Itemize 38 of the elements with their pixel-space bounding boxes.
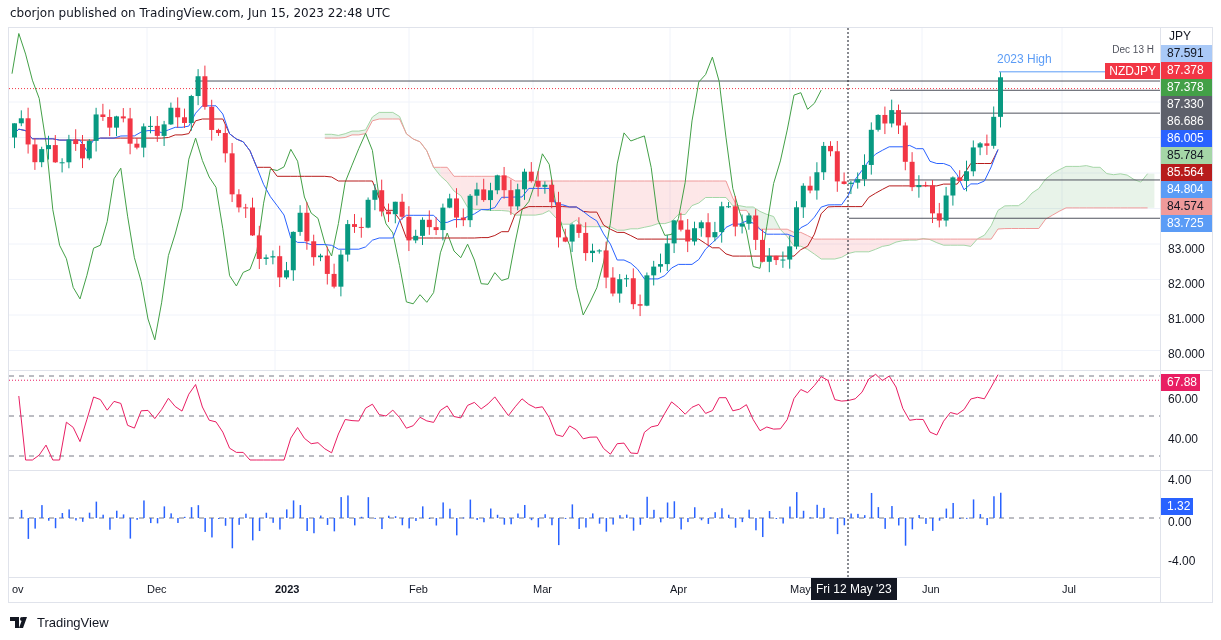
- price-label: 87.591: [1161, 45, 1212, 62]
- logo-text: TradingView: [37, 615, 109, 630]
- rsi-value-label: 67.88: [1161, 374, 1201, 391]
- time-axis-label: 2023: [275, 583, 300, 595]
- axis-tick-label: 81.000: [1167, 311, 1205, 328]
- axis-tick-label: 83.000: [1167, 241, 1205, 258]
- axis-tick-label: -4.00: [1167, 553, 1196, 569]
- time-axis-label: Jun: [922, 583, 940, 595]
- price-label: 87.378: [1161, 79, 1212, 96]
- symbol-tag: NZDJPY: [1105, 63, 1160, 79]
- price-label: 86.005: [1161, 130, 1212, 147]
- axis-tick-label: 80.000: [1167, 346, 1205, 363]
- axis-tick-label: 40.00: [1167, 431, 1199, 447]
- price-label: 83.725: [1161, 215, 1212, 232]
- chart-annotation: 2023 High: [997, 52, 1052, 66]
- price-label: 85.564: [1161, 164, 1212, 181]
- axis-tick-label: 4.00: [1167, 472, 1192, 489]
- price-label: 84.804: [1161, 181, 1212, 198]
- time-axis-label: Dec: [147, 583, 167, 595]
- publisher-caption: cborjon published on TradingView.com, Jun 15, 2023 22:48 UTC: [9, 5, 391, 21]
- price-label: 87.378: [1161, 62, 1212, 79]
- time-axis-label: Apr: [670, 583, 688, 595]
- price-label: 84.574: [1161, 198, 1212, 215]
- currency-label: JPY: [1168, 28, 1191, 45]
- price-label: 87.330: [1161, 96, 1212, 113]
- time-axis-label: Jul: [1062, 583, 1077, 595]
- crosshair-date-label: Fri 12 May '23: [811, 578, 897, 600]
- axis-tick-label: 82.000: [1167, 276, 1205, 293]
- price-label: 86.686: [1161, 113, 1212, 130]
- high-note-label: Dec 13 H: [1112, 44, 1154, 55]
- histogram-value-label: 1.32: [1161, 498, 1194, 515]
- axis-tick-label: 60.00: [1167, 391, 1199, 407]
- time-axis-label: ov: [12, 583, 24, 595]
- axis-tick-label: 0.00: [1167, 515, 1192, 529]
- price-label: 85.784: [1161, 147, 1212, 164]
- time-axis-label: May: [790, 583, 811, 595]
- time-axis-label: Mar: [533, 583, 552, 595]
- time-axis-label: Feb: [409, 583, 428, 595]
